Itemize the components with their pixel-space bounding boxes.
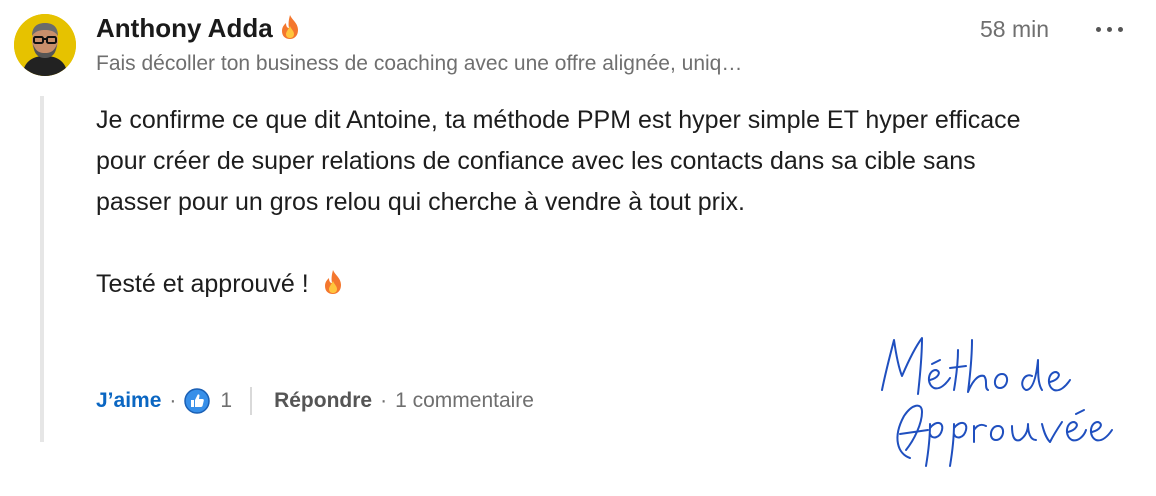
divider	[250, 387, 253, 415]
like-count: 1	[220, 389, 233, 412]
more-options-button[interactable]	[1088, 14, 1132, 44]
author-name-text[interactable]: Anthony Adda	[96, 13, 273, 43]
comment-actions: J’aime · 1 Répondre · 1 commentaire	[96, 386, 534, 416]
handwritten-signature	[870, 330, 1130, 470]
thread-line	[40, 96, 44, 442]
fire-icon	[322, 267, 344, 308]
comment-paragraph-text: Testé et approuvé !	[96, 270, 309, 298]
comment-card: Anthony Adda Fais décoller ton business …	[0, 0, 1156, 496]
like-button[interactable]: J’aime	[96, 386, 161, 416]
more-icon-dot	[1118, 27, 1123, 32]
separator-dot: ·	[169, 389, 177, 412]
comment-body: Je confirme ce que dit Antoine, ta métho…	[96, 100, 1056, 308]
comments-count[interactable]: 1 commentaire	[395, 386, 534, 416]
like-icon[interactable]	[184, 388, 211, 414]
author-headline: Fais décoller ton business de coaching a…	[96, 52, 743, 75]
more-icon	[1096, 27, 1101, 32]
separator-dot: ·	[380, 389, 388, 412]
timestamp: 58 min	[980, 16, 1050, 42]
comment-paragraph: Testé et approuvé !	[96, 264, 1056, 308]
avatar[interactable]	[14, 14, 76, 76]
author-name[interactable]: Anthony Adda	[96, 12, 301, 47]
comment-paragraph: Je confirme ce que dit Antoine, ta métho…	[96, 106, 1021, 216]
reply-button[interactable]: Répondre	[274, 386, 372, 416]
fire-icon	[279, 14, 301, 47]
more-icon-dot	[1107, 27, 1112, 32]
